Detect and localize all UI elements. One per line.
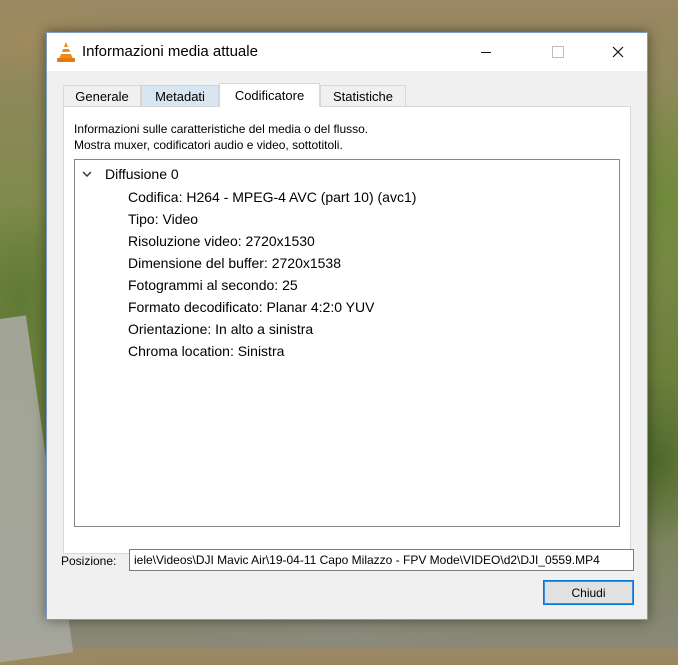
position-field[interactable]: iele\Videos\DJI Mavic Air\19-04-11 Capo …: [129, 549, 634, 571]
maximize-button[interactable]: [535, 33, 581, 71]
position-label: Posizione:: [61, 554, 117, 568]
minimize-button[interactable]: [463, 33, 509, 71]
tab-generale[interactable]: Generale: [63, 85, 141, 106]
tree-item-fotogrammi[interactable]: Fotogrammi al secondo: 25: [128, 274, 416, 296]
codec-panel: Informazioni sulle caratteristiche del m…: [63, 106, 631, 554]
tree-item-formato[interactable]: Formato decodificato: Planar 4:2:0 YUV: [128, 296, 416, 318]
media-info-dialog: Informazioni media attuale Generale Meta…: [46, 32, 648, 620]
close-window-button[interactable]: [595, 33, 641, 71]
minimize-icon: [481, 51, 491, 53]
tree-root-label: Diffusione 0: [105, 166, 179, 182]
chevron-down-icon[interactable]: [79, 166, 95, 182]
panel-description: Informazioni sulle caratteristiche del m…: [74, 121, 368, 153]
maximize-icon: [552, 46, 564, 58]
tab-statistiche[interactable]: Statistiche: [320, 85, 406, 106]
tree-item-orientazione[interactable]: Orientazione: In alto a sinistra: [128, 318, 416, 340]
tree-item-chroma[interactable]: Chroma location: Sinistra: [128, 340, 416, 362]
tree-item-buffer[interactable]: Dimensione del buffer: 2720x1538: [128, 252, 416, 274]
title-bar[interactable]: Informazioni media attuale: [47, 33, 647, 71]
tree-item-codifica[interactable]: Codifica: H264 - MPEG-4 AVC (part 10) (a…: [128, 186, 416, 208]
tab-codificatore[interactable]: Codificatore: [219, 83, 320, 107]
vlc-cone-icon: [57, 42, 75, 62]
tree-item-risoluzione[interactable]: Risoluzione video: 2720x1530: [128, 230, 416, 252]
window-title: Informazioni media attuale: [82, 43, 258, 60]
close-icon: [612, 46, 624, 58]
close-button[interactable]: Chiudi: [543, 580, 634, 605]
tree-root-stream[interactable]: Diffusione 0: [79, 164, 179, 184]
codec-tree[interactable]: Diffusione 0 Codifica: H264 - MPEG-4 AVC…: [74, 159, 620, 527]
tree-item-tipo[interactable]: Tipo: Video: [128, 208, 416, 230]
description-line-2: Mostra muxer, codificatori audio e video…: [74, 138, 343, 152]
tab-metadati[interactable]: Metadati: [141, 85, 219, 106]
description-line-1: Informazioni sulle caratteristiche del m…: [74, 122, 369, 136]
tree-children: Codifica: H264 - MPEG-4 AVC (part 10) (a…: [128, 186, 416, 362]
